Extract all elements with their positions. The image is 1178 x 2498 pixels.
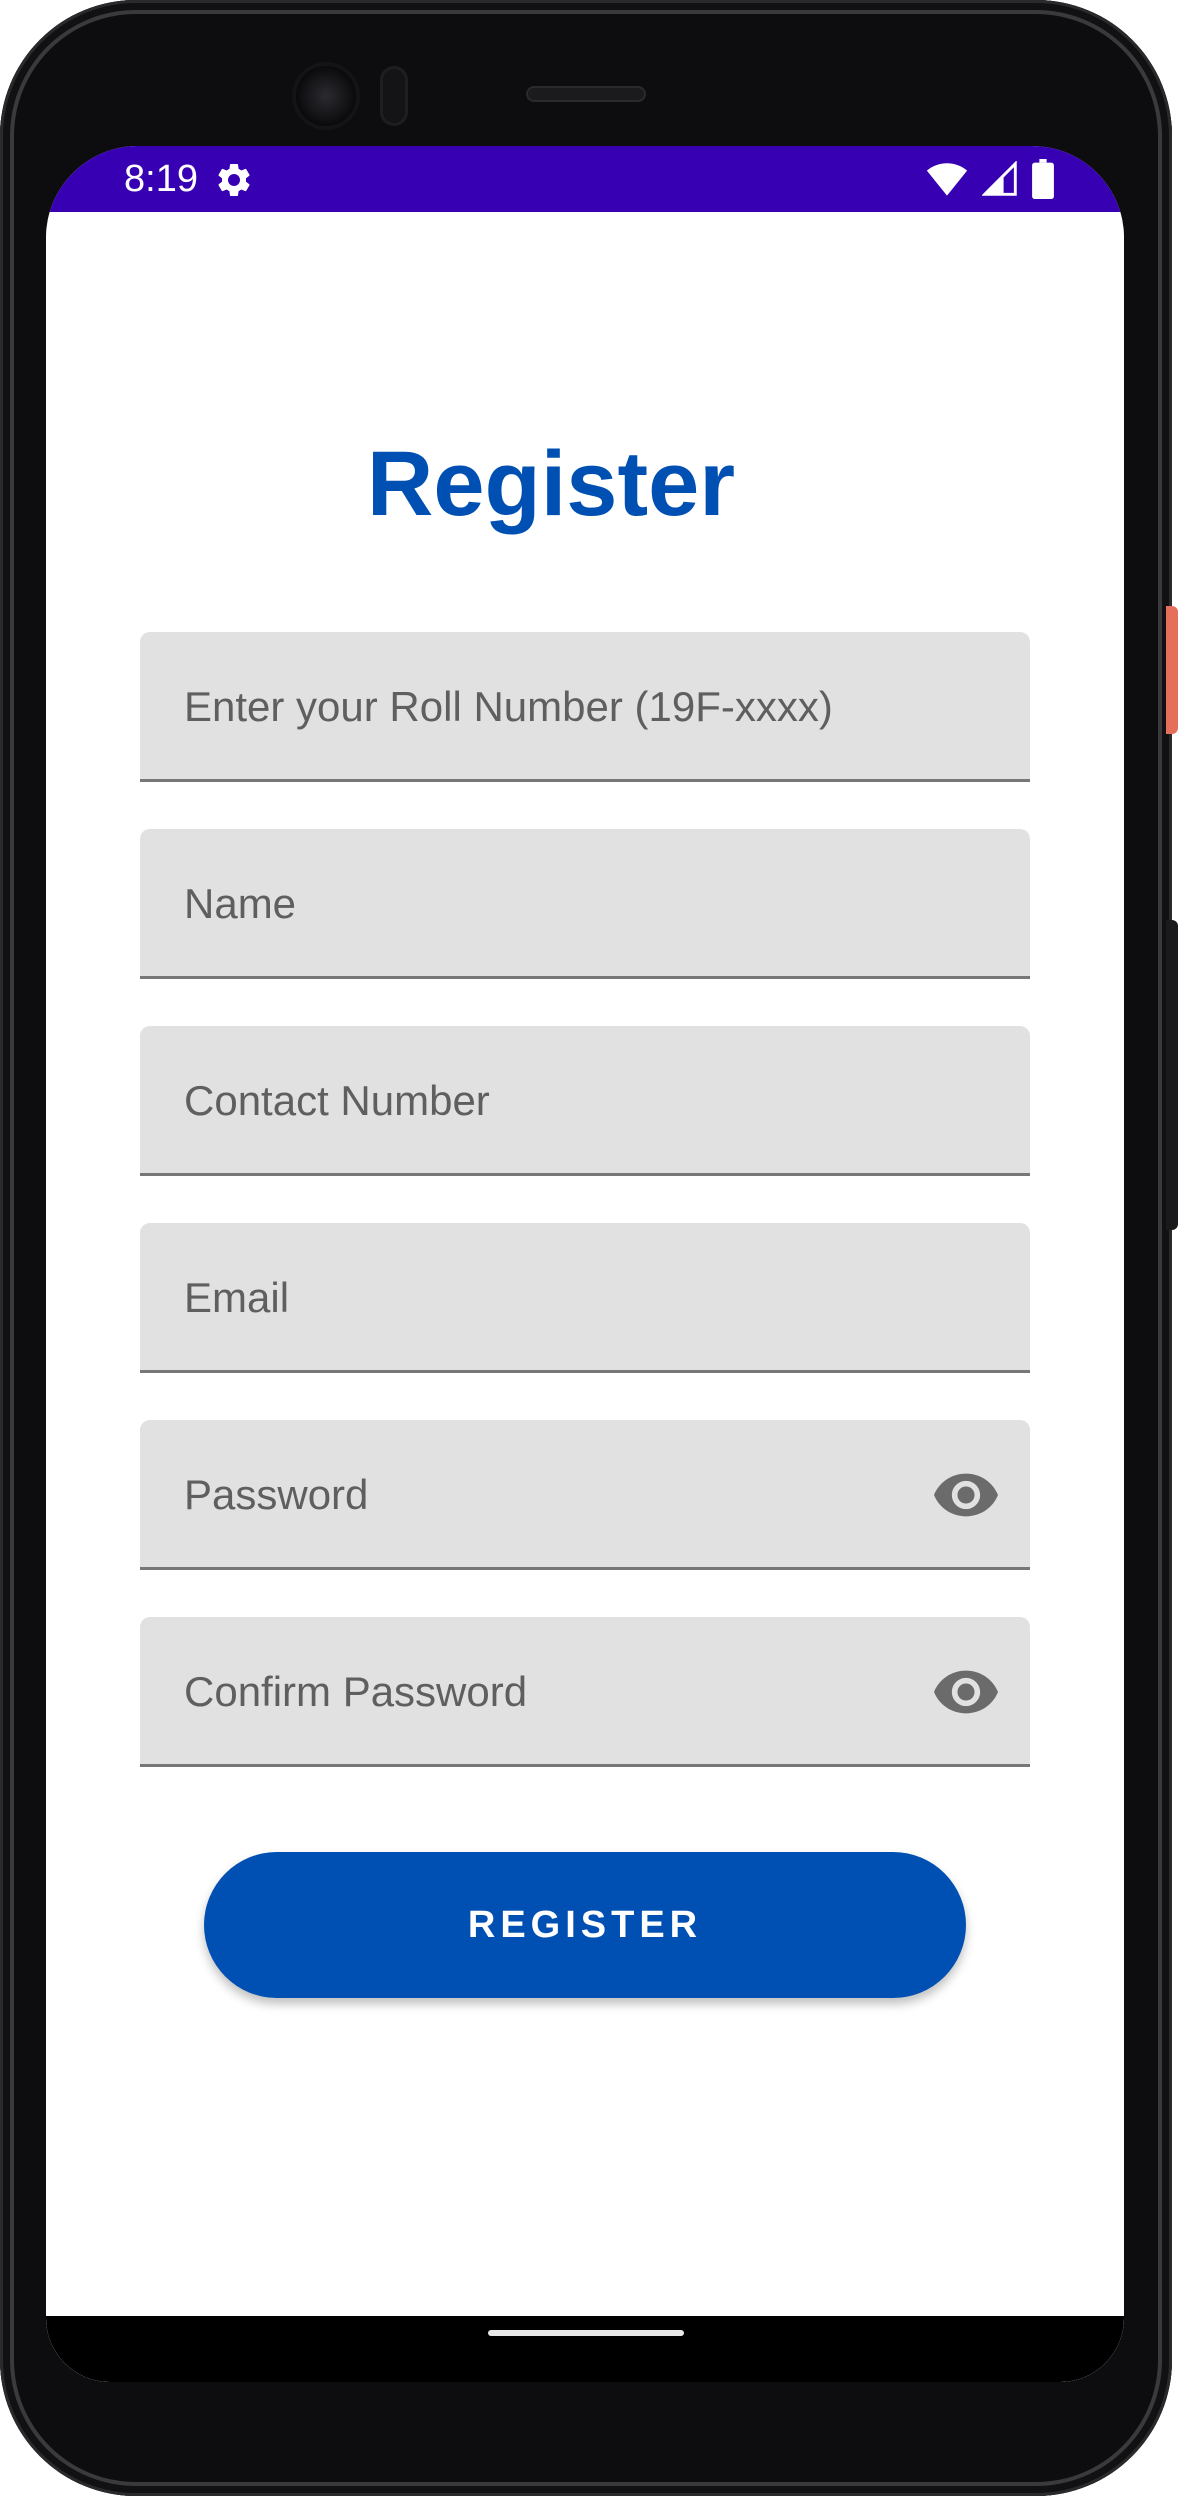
contact-number-placeholder: Contact Number: [184, 1077, 490, 1124]
register-button[interactable]: REGISTER: [204, 1852, 966, 1998]
roll-number-placeholder: Enter your Roll Number (19F-xxxx): [184, 683, 833, 730]
wifi-icon: [926, 163, 968, 196]
navigation-bar: [46, 2316, 1124, 2382]
eye-icon[interactable]: [934, 1468, 998, 1522]
volume-button: [1166, 920, 1178, 1230]
home-gesture-handle[interactable]: [488, 2330, 684, 2336]
earpiece-speaker: [526, 86, 646, 102]
email-placeholder: Email: [184, 1274, 290, 1321]
email-field[interactable]: Email: [140, 1223, 1030, 1373]
page-title: Register: [366, 433, 736, 535]
gear-icon: [218, 164, 250, 196]
screen: 8:19 Register Enter your Roll Number (19…: [46, 146, 1124, 2382]
confirm-password-placeholder: Confirm Password: [184, 1668, 528, 1715]
device-frame: 8:19 Register Enter your Roll Number (19…: [0, 0, 1178, 2498]
name-placeholder: Name: [184, 880, 297, 927]
battery-icon: [1032, 159, 1054, 199]
name-field[interactable]: Name: [140, 829, 1030, 979]
front-camera: [296, 66, 356, 126]
cell-signal-icon: [982, 161, 1017, 196]
password-field[interactable]: Password: [140, 1420, 1030, 1570]
register-screen: Register Enter your Roll Number (19F-xxx…: [46, 212, 1124, 2382]
power-button: [1166, 606, 1178, 734]
roll-number-field[interactable]: Enter your Roll Number (19F-xxxx): [140, 632, 1030, 782]
eye-icon[interactable]: [934, 1665, 998, 1719]
confirm-password-field[interactable]: Confirm Password: [140, 1617, 1030, 1767]
status-icons: [926, 158, 1054, 200]
proximity-sensor: [380, 66, 408, 126]
status-bar: 8:19: [46, 146, 1124, 212]
password-placeholder: Password: [184, 1471, 369, 1518]
contact-number-field[interactable]: Contact Number: [140, 1026, 1030, 1176]
status-time: 8:19: [124, 158, 198, 200]
